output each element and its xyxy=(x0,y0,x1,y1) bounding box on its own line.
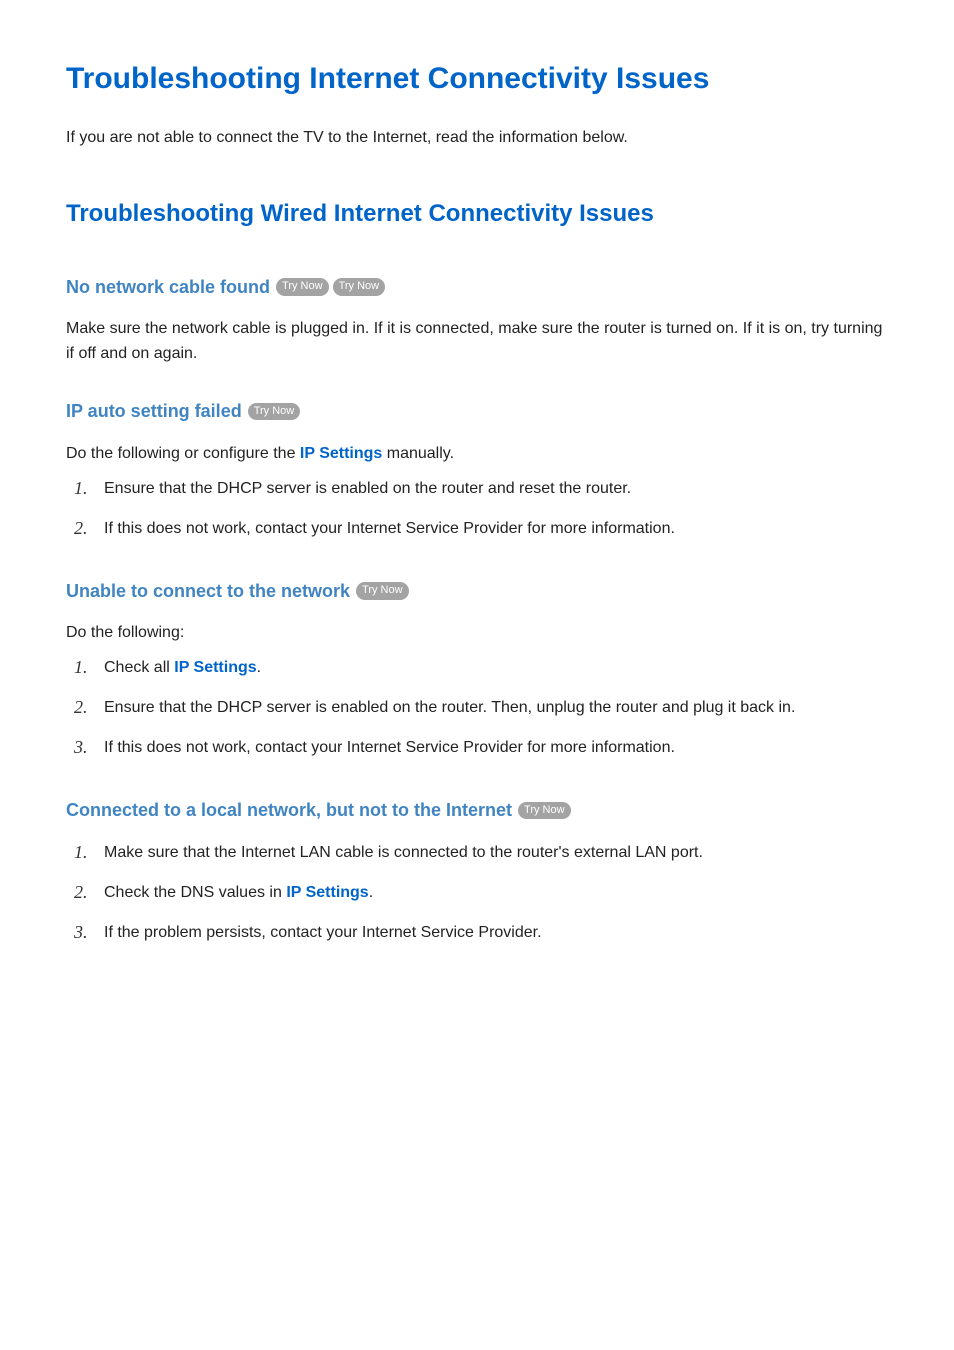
try-now-button[interactable]: Try Now xyxy=(356,582,409,599)
step-text-post: . xyxy=(257,659,261,676)
sub2-steps: Ensure that the DHCP server is enabled o… xyxy=(66,477,888,541)
try-now-button[interactable]: Try Now xyxy=(276,278,329,295)
try-now-button[interactable]: Try Now xyxy=(333,278,386,295)
sub1-title-text: No network cable found xyxy=(66,273,270,302)
sub4-heading: Connected to a local network, but not to… xyxy=(66,796,888,825)
sub1-heading: No network cable found Try Now Try Now xyxy=(66,273,888,302)
page-title: Troubleshooting Internet Connectivity Is… xyxy=(66,60,888,98)
list-item: Ensure that the DHCP server is enabled o… xyxy=(84,696,888,720)
subsection-no-cable: No network cable found Try Now Try Now M… xyxy=(66,273,888,367)
list-item: Check all IP Settings. xyxy=(84,656,888,680)
subsection-ip-auto-failed: IP auto setting failed Try Now Do the fo… xyxy=(66,397,888,541)
try-now-button[interactable]: Try Now xyxy=(518,802,571,819)
sub4-title-text: Connected to a local network, but not to… xyxy=(66,796,512,825)
ip-settings-link[interactable]: IP Settings xyxy=(286,884,368,901)
sub2-title-text: IP auto setting failed xyxy=(66,397,242,426)
list-item: Make sure that the Internet LAN cable is… xyxy=(84,841,888,865)
sub3-lead: Do the following: xyxy=(66,621,888,646)
sub2-lead: Do the following or configure the IP Set… xyxy=(66,442,888,467)
step-text-post: . xyxy=(369,884,373,901)
step-text-pre: Check all xyxy=(104,659,174,676)
sub1-body: Make sure the network cable is plugged i… xyxy=(66,317,888,367)
sub3-heading: Unable to connect to the network Try Now xyxy=(66,577,888,606)
sub3-title-text: Unable to connect to the network xyxy=(66,577,350,606)
subsection-unable-connect: Unable to connect to the network Try Now… xyxy=(66,577,888,761)
list-item: Ensure that the DHCP server is enabled o… xyxy=(84,477,888,501)
list-item: If the problem persists, contact your In… xyxy=(84,921,888,945)
sub4-steps: Make sure that the Internet LAN cable is… xyxy=(66,841,888,945)
step-text-pre: Check the DNS values in xyxy=(104,884,286,901)
sub3-steps: Check all IP Settings. Ensure that the D… xyxy=(66,656,888,760)
intro-text: If you are not able to connect the TV to… xyxy=(66,126,888,150)
list-item: If this does not work, contact your Inte… xyxy=(84,517,888,541)
ip-settings-link[interactable]: IP Settings xyxy=(174,659,256,676)
try-now-button[interactable]: Try Now xyxy=(248,403,301,420)
subsection-local-no-internet: Connected to a local network, but not to… xyxy=(66,796,888,945)
list-item: Check the DNS values in IP Settings. xyxy=(84,881,888,905)
sub2-heading: IP auto setting failed Try Now xyxy=(66,397,888,426)
list-item: If this does not work, contact your Inte… xyxy=(84,736,888,760)
ip-settings-link[interactable]: IP Settings xyxy=(300,445,382,462)
sub2-lead-post: manually. xyxy=(382,445,454,462)
section-title: Troubleshooting Wired Internet Connectiv… xyxy=(66,198,888,229)
sub2-lead-pre: Do the following or configure the xyxy=(66,445,300,462)
